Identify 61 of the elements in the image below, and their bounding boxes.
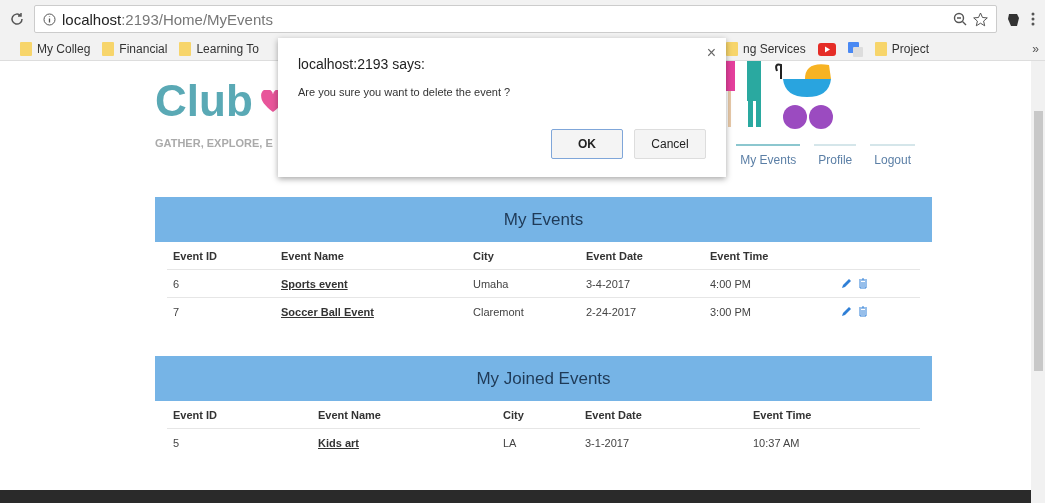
column-header: Event Date (584, 408, 643, 421)
folder-icon (179, 42, 192, 56)
column-header: Event Time (709, 249, 770, 262)
nav-link[interactable]: Logout (870, 144, 915, 167)
folder-icon (20, 42, 32, 56)
bookmark-item[interactable]: My Colleg (20, 42, 91, 56)
column-header: City (472, 249, 495, 262)
menu-icon[interactable] (1031, 12, 1035, 26)
event-name-link[interactable]: Soccer Ball Event (281, 305, 374, 318)
column-header: Event Time (752, 408, 813, 421)
table-cell-text: Umaha (472, 277, 510, 290)
event-name-link[interactable]: Sports event (281, 277, 348, 290)
table-cell-text: 5 (172, 436, 181, 449)
table-cell-text: 3-4-2017 (585, 277, 632, 290)
reload-icon[interactable] (10, 12, 24, 26)
table-cell-text: 4:00 PM (709, 277, 752, 290)
column-header: City (502, 408, 525, 421)
column-header: Event ID (172, 408, 218, 421)
dialog-title: localhost:2193 says: (298, 56, 426, 72)
table-cell-text: 7 (172, 305, 181, 318)
address-field[interactable]: localhost:2193/Home/MyEvents (34, 5, 997, 33)
logo-title: Club (155, 79, 253, 123)
dialog-button[interactable]: OK (551, 129, 623, 159)
table-cell-text: LA (502, 436, 518, 449)
pencil-icon[interactable] (841, 306, 852, 317)
column-header: Event ID (172, 249, 218, 262)
dialog-button[interactable]: Cancel (634, 129, 706, 159)
column-header: Event Name (317, 408, 382, 421)
section-header: My Joined Events (155, 356, 932, 401)
trash-icon[interactable] (858, 306, 868, 317)
bookmark-item[interactable]: Project (874, 42, 930, 56)
more-bookmarks[interactable]: » (1032, 42, 1039, 56)
dialog-message: Are you sure you want to delete the event ? (298, 86, 512, 98)
zoom-icon[interactable] (953, 12, 967, 26)
table-cell-text: 2-24-2017 (585, 305, 638, 318)
table-cell-text: Claremont (472, 305, 525, 318)
event-name-link[interactable]: Kids art (318, 436, 359, 449)
table-cell-text: 10:37 AM (752, 436, 801, 449)
info-icon[interactable] (43, 12, 56, 26)
column-header: Event Date (585, 249, 644, 262)
nav-link[interactable]: Profile (814, 144, 857, 167)
translate-icon[interactable] (847, 41, 863, 57)
bookmark-item[interactable]: ng Services (726, 42, 806, 56)
folder-icon (726, 42, 738, 56)
pencil-icon[interactable] (841, 278, 852, 289)
bookmark-item[interactable]: Learning To (179, 42, 259, 56)
table-cell-text: 6 (172, 277, 181, 290)
folder-icon (102, 42, 115, 56)
table-cell-text: 3-1-2017 (584, 436, 631, 449)
bookmark-item[interactable]: Financial (102, 42, 168, 56)
scrollbar-thumb[interactable] (1033, 111, 1043, 371)
table-cell-text: 3:00 PM (709, 305, 752, 318)
column-header: Event Name (280, 249, 345, 262)
tagline: GATHER, EXPLORE, E (155, 137, 274, 149)
folder-icon (874, 42, 887, 56)
nav-link[interactable]: My Events (736, 144, 801, 167)
trash-icon[interactable] (858, 278, 868, 289)
star-icon[interactable] (973, 11, 988, 27)
video-play-icon[interactable] (817, 42, 836, 56)
close-icon[interactable]: × (706, 44, 716, 62)
section-header: My Events (155, 197, 932, 242)
